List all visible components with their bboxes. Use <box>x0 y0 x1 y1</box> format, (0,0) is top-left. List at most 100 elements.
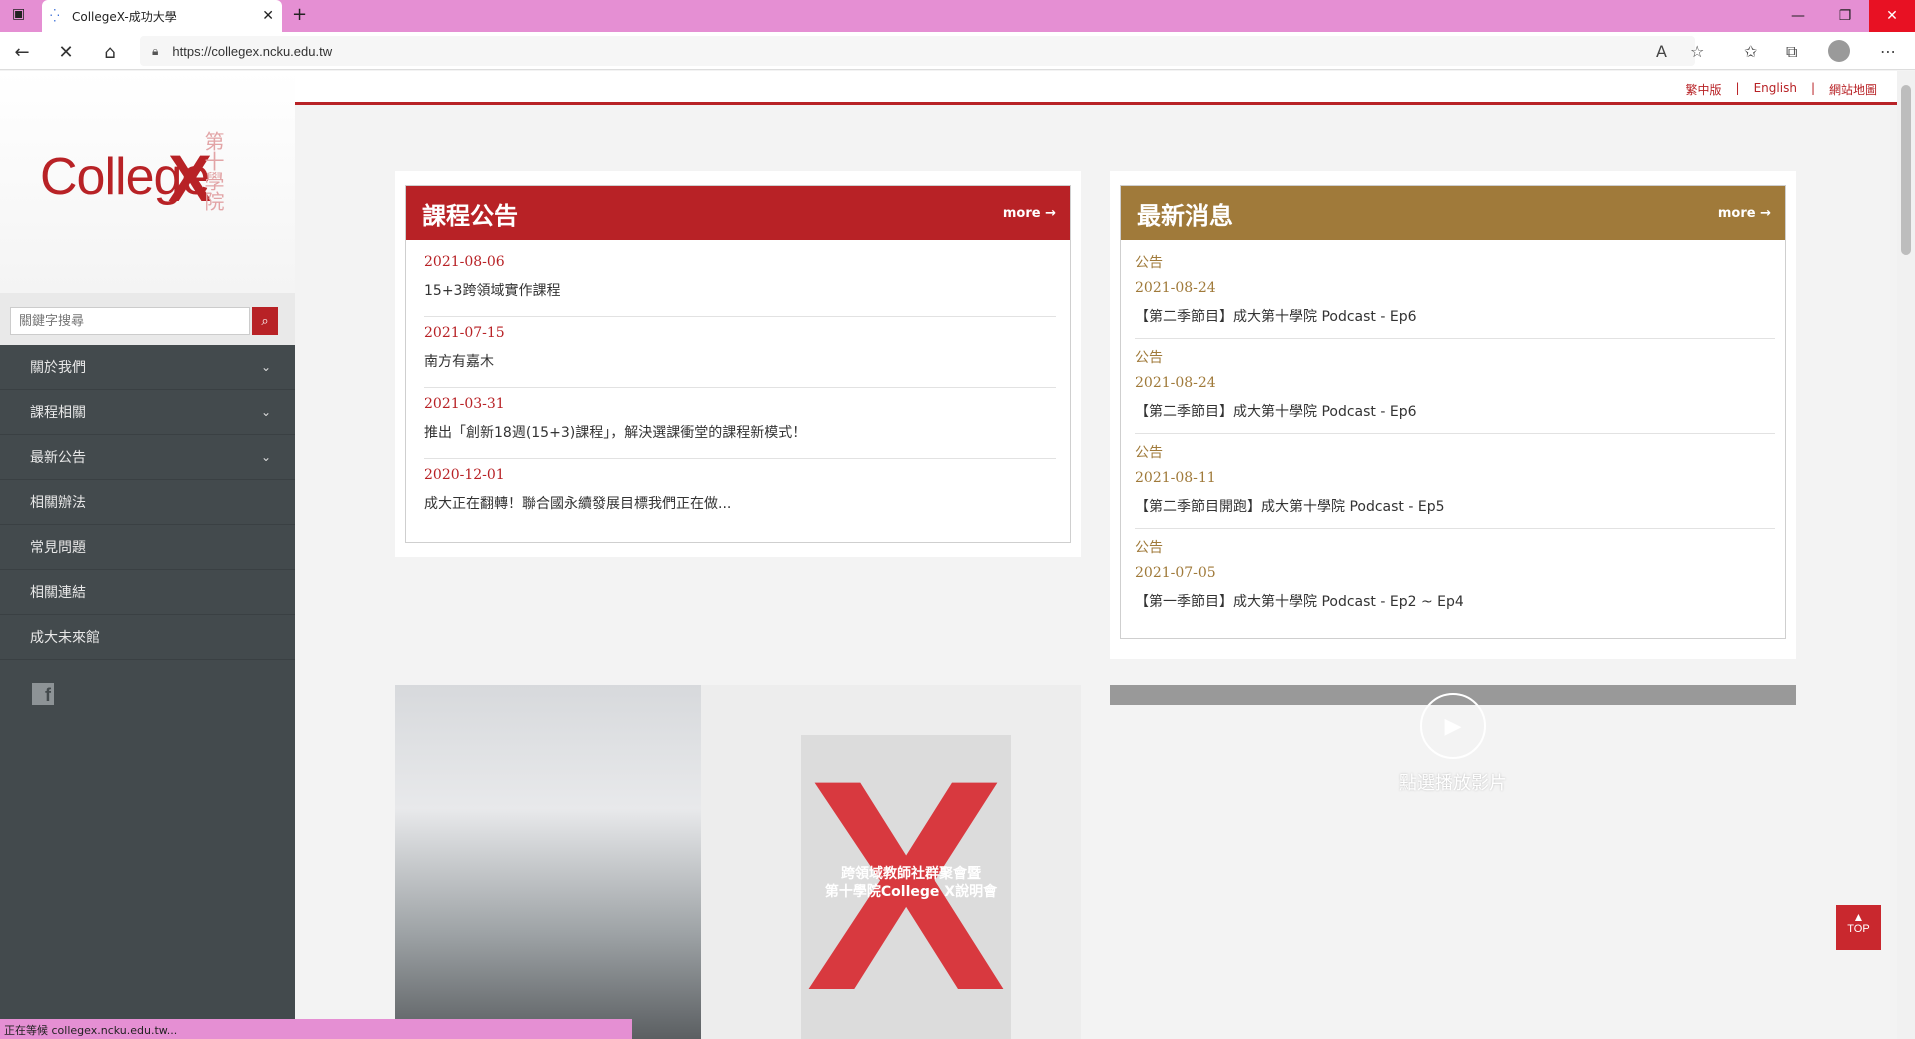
video-player[interactable]: ▶ 點選播放影片 <box>1110 685 1796 1039</box>
search-area: ⌕ <box>0 293 295 345</box>
profile-avatar[interactable] <box>1828 40 1850 62</box>
link-traditional-chinese[interactable]: 繁中版 <box>1686 81 1722 98</box>
logo[interactable]: College X 第十學院 <box>0 71 295 293</box>
sidebar-item-announcements[interactable]: 最新公告 ⌄ <box>0 435 295 480</box>
list-item[interactable]: 公告 2021-08-11 【第二季節目開跑】成大第十學院 Podcast - … <box>1135 442 1775 529</box>
latest-news-header: 最新消息 more → <box>1121 186 1785 240</box>
favorites-icon[interactable]: ✩ <box>1744 42 1757 61</box>
sidebar-item-label: 最新公告 <box>30 450 86 466</box>
item-category: 公告 <box>1135 445 1163 461</box>
close-window-button[interactable]: ✕ <box>1869 0 1915 32</box>
main-content: 繁中版 | English | 網站地圖 課程公告 more → 2021-08… <box>295 71 1897 1039</box>
close-tab-icon[interactable]: ✕ <box>262 8 274 24</box>
item-title[interactable]: 【第一季節目】成大第十學院 Podcast - Ep2 ~ Ep4 <box>1135 591 1775 611</box>
list-item[interactable]: 公告 2021-08-24 【第二季節目】成大第十學院 Podcast - Ep… <box>1135 252 1775 339</box>
sidebar-item-label: 課程相關 <box>30 405 86 421</box>
page-viewport: College X 第十學院 ⌕ 關於我們 ⌄ 課程相關 ⌄ 最新公告 ⌄ 相關… <box>0 71 1897 1039</box>
item-title[interactable]: 成大正在翻轉！聯合國永續發展目標我們正在做... <box>424 493 1056 513</box>
read-aloud-icon[interactable]: A <box>1656 42 1667 61</box>
course-announcements-panel: 課程公告 more → 2021-08-06 15+3跨領域實作課程 2021-… <box>405 185 1071 543</box>
more-link[interactable]: more → <box>1003 206 1056 221</box>
scrollbar-thumb[interactable] <box>1901 85 1911 255</box>
list-item[interactable]: 2021-08-06 15+3跨領域實作課程 <box>424 254 1056 317</box>
scrollbar[interactable] <box>1897 71 1915 1039</box>
loading-spinner-icon: ⁛ <box>50 9 60 23</box>
item-title[interactable]: 【第二季節目開跑】成大第十學院 Podcast - Ep5 <box>1135 496 1775 516</box>
address-bar[interactable]: 🔒︎ https://collegex.ncku.edu.tw <box>140 36 1695 66</box>
sidebar: College X 第十學院 ⌕ 關於我們 ⌄ 課程相關 ⌄ 最新公告 ⌄ 相關… <box>0 71 295 1039</box>
more-menu-icon[interactable]: ⋯ <box>1880 42 1896 61</box>
search-button[interactable]: ⌕ <box>252 307 278 335</box>
add-favorite-icon[interactable]: ☆ <box>1690 42 1704 61</box>
divider: | <box>1735 81 1740 95</box>
sidebar-item-faq[interactable]: 常見問題 <box>0 525 295 570</box>
link-english[interactable]: English <box>1754 81 1797 98</box>
course-announcements-wrapper: 課程公告 more → 2021-08-06 15+3跨領域實作課程 2021-… <box>395 171 1081 557</box>
sidebar-item-label: 相關辦法 <box>30 495 86 511</box>
video-label: 點選播放影片 <box>1399 773 1507 794</box>
item-category: 公告 <box>1135 350 1163 366</box>
stop-loading-icon[interactable]: ✕ <box>54 40 78 64</box>
new-tab-icon[interactable]: + <box>292 4 307 25</box>
item-title[interactable]: 【第二季節目】成大第十學院 Podcast - Ep6 <box>1135 306 1775 326</box>
link-sitemap[interactable]: 網站地圖 <box>1829 81 1877 98</box>
list-item[interactable]: 2021-07-15 南方有嘉木 <box>424 325 1056 388</box>
latest-news-wrapper: 最新消息 more → 公告 2021-08-24 【第二季節目】成大第十學院 … <box>1110 171 1796 659</box>
item-date: 2021-03-31 <box>424 396 505 412</box>
divider: | <box>1810 81 1815 95</box>
browser-tab[interactable]: ⁛ CollegeX-成功大學 ✕ <box>42 0 282 32</box>
item-date: 2021-08-24 <box>1135 280 1216 296</box>
item-category: 公告 <box>1135 540 1163 556</box>
chevron-down-icon: ⌄ <box>260 450 271 464</box>
more-link[interactable]: more → <box>1718 206 1771 221</box>
item-date: 2021-08-24 <box>1135 375 1216 391</box>
top-nav: 繁中版 | English | 網站地圖 <box>295 71 1897 105</box>
chevron-down-icon: ⌄ <box>260 405 271 419</box>
item-date: 2021-07-05 <box>1135 565 1216 581</box>
item-date: 2021-07-15 <box>424 325 505 341</box>
sidebar-item-label: 成大未來館 <box>30 630 100 646</box>
item-title[interactable]: 【第二季節目】成大第十學院 Podcast - Ep6 <box>1135 401 1775 421</box>
photo-room-scene <box>395 685 701 1039</box>
list-item[interactable]: 2020-12-01 成大正在翻轉！聯合國永續發展目標我們正在做... <box>424 467 1056 530</box>
item-title[interactable]: 南方有嘉木 <box>424 351 1056 371</box>
item-date: 2021-08-06 <box>424 254 505 270</box>
tab-title: CollegeX-成功大學 <box>72 9 177 24</box>
sidebar-item-links[interactable]: 相關連結 <box>0 570 295 615</box>
item-category: 公告 <box>1135 255 1163 271</box>
lock-icon[interactable]: 🔒︎ <box>152 44 158 59</box>
tab-actions-icon[interactable]: ▣ <box>12 6 25 22</box>
url-text: https://collegex.ncku.edu.tw <box>172 43 333 59</box>
list-item[interactable]: 公告 2021-08-24 【第二季節目】成大第十學院 Podcast - Ep… <box>1135 347 1775 434</box>
play-icon[interactable]: ▶ <box>1420 693 1486 759</box>
sidebar-item-about[interactable]: 關於我們 ⌄ <box>0 345 295 390</box>
list-item[interactable]: 2021-03-31 推出「創新18週(15+3)課程」，解決選課衝堂的課程新模… <box>424 396 1056 459</box>
search-input[interactable] <box>10 307 250 335</box>
item-title[interactable]: 15+3跨領域實作課程 <box>424 280 1056 300</box>
collections-icon[interactable]: ⧉ <box>1786 42 1797 62</box>
sidebar-item-future-hall[interactable]: 成大未來館 <box>0 615 295 660</box>
search-icon: ⌕ <box>261 313 269 329</box>
status-bar: 正在等候 collegex.ncku.edu.tw... <box>0 1019 632 1039</box>
browser-tab-bar: ▣ ⁛ CollegeX-成功大學 ✕ + — ❐ ✕ <box>0 0 1915 32</box>
back-to-top-button[interactable]: ▲ TOP <box>1836 905 1881 950</box>
poster-line: 跨領域教師社群聚會暨 <box>841 866 981 882</box>
poster-line: 第十學院College X說明會 <box>824 884 998 900</box>
event-photo[interactable]: X 跨領域教師社群聚會暨 第十學院College X說明會 <box>395 685 1081 1039</box>
chevron-down-icon: ⌄ <box>260 360 271 374</box>
photo-poster-scene: X 跨領域教師社群聚會暨 第十學院College X說明會 <box>701 685 1081 1039</box>
latest-news-panel: 最新消息 more → 公告 2021-08-24 【第二季節目】成大第十學院 … <box>1120 185 1786 639</box>
item-date: 2021-08-11 <box>1135 470 1216 486</box>
restore-button[interactable]: ❐ <box>1822 0 1868 32</box>
browser-toolbar: ← ✕ ⌂ 🔒︎ https://collegex.ncku.edu.tw A … <box>0 32 1915 70</box>
minimize-button[interactable]: — <box>1775 0 1821 32</box>
list-item[interactable]: 公告 2021-07-05 【第一季節目】成大第十學院 Podcast - Ep… <box>1135 537 1775 624</box>
arrow-up-icon: ▲ <box>1852 910 1865 924</box>
poster-text: 跨領域教師社群聚會暨 第十學院College X說明會 <box>821 865 1001 901</box>
sidebar-item-courses[interactable]: 課程相關 ⌄ <box>0 390 295 435</box>
item-title[interactable]: 推出「創新18週(15+3)課程」，解決選課衝堂的課程新模式！ <box>424 422 1056 442</box>
facebook-icon[interactable]: f <box>32 683 54 705</box>
back-arrow-icon[interactable]: ← <box>10 40 34 64</box>
sidebar-item-regulations[interactable]: 相關辦法 <box>0 480 295 525</box>
home-icon[interactable]: ⌂ <box>98 40 122 64</box>
